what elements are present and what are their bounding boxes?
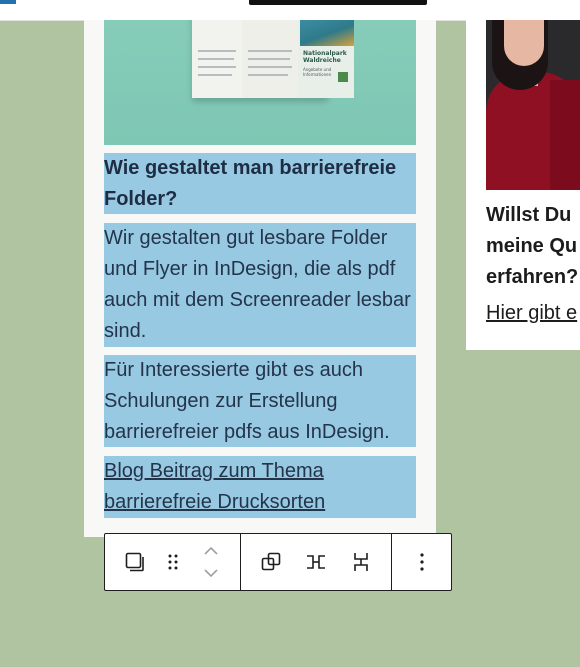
drag-handle-icon bbox=[168, 554, 178, 570]
move-up-icon bbox=[204, 546, 218, 555]
blog-link[interactable]: Blog Beitrag zum Thema barrierefreie Dru… bbox=[104, 460, 325, 513]
justify-vertical-button[interactable] bbox=[343, 544, 379, 580]
brochure-image[interactable]: Nationalpark Waldreiche Angebote und Inf… bbox=[104, 20, 416, 145]
block-type-icon bbox=[125, 552, 144, 572]
brochure-title: Nationalpark Waldreiche bbox=[303, 50, 347, 64]
block-toolbar bbox=[104, 533, 452, 591]
paragraph-block-2[interactable]: Für Interessierte gibt es auch Schulunge… bbox=[104, 355, 416, 447]
justify-vertical-icon bbox=[354, 553, 368, 571]
block-type-button[interactable] bbox=[117, 544, 153, 580]
portrait-image bbox=[486, 20, 580, 190]
duplicate-button[interactable] bbox=[253, 544, 289, 580]
justify-horizontal-button[interactable] bbox=[298, 544, 334, 580]
admin-corner-accent bbox=[0, 0, 16, 4]
top-bar bbox=[0, 0, 580, 21]
top-handle-bar bbox=[249, 0, 427, 5]
heading-block[interactable]: Wie gestaltet man barrierefreie Folder? bbox=[104, 153, 416, 214]
paragraph-block-1[interactable]: Wir gestalten gut lesbare Folder und Fly… bbox=[104, 223, 416, 347]
drag-handle[interactable] bbox=[155, 544, 191, 580]
more-options-button[interactable] bbox=[404, 544, 440, 580]
right-card: Willst Du meine Qu erfahren? Hier gibt e bbox=[466, 20, 580, 350]
brochure-photo bbox=[300, 20, 354, 46]
move-up-button[interactable] bbox=[193, 540, 229, 562]
brochure-mockup: Nationalpark Waldreiche Angebote und Inf… bbox=[192, 20, 354, 98]
right-card-link[interactable]: Hier gibt e bbox=[486, 298, 577, 329]
more-options-icon bbox=[420, 553, 424, 571]
move-down-button[interactable] bbox=[193, 562, 229, 584]
right-card-heading: Willst Du meine Qu erfahren? bbox=[486, 204, 579, 288]
brochure-subtitle: Angebote und Informationen bbox=[303, 67, 332, 77]
brochure-logo-icon bbox=[338, 72, 348, 82]
move-down-icon bbox=[204, 569, 218, 578]
toolbar-separator bbox=[391, 534, 392, 590]
toolbar-separator bbox=[240, 534, 241, 590]
duplicate-icon bbox=[261, 552, 281, 571]
link-block[interactable]: Blog Beitrag zum Thema barrierefreie Dru… bbox=[104, 456, 416, 518]
justify-horizontal-icon bbox=[307, 555, 325, 569]
